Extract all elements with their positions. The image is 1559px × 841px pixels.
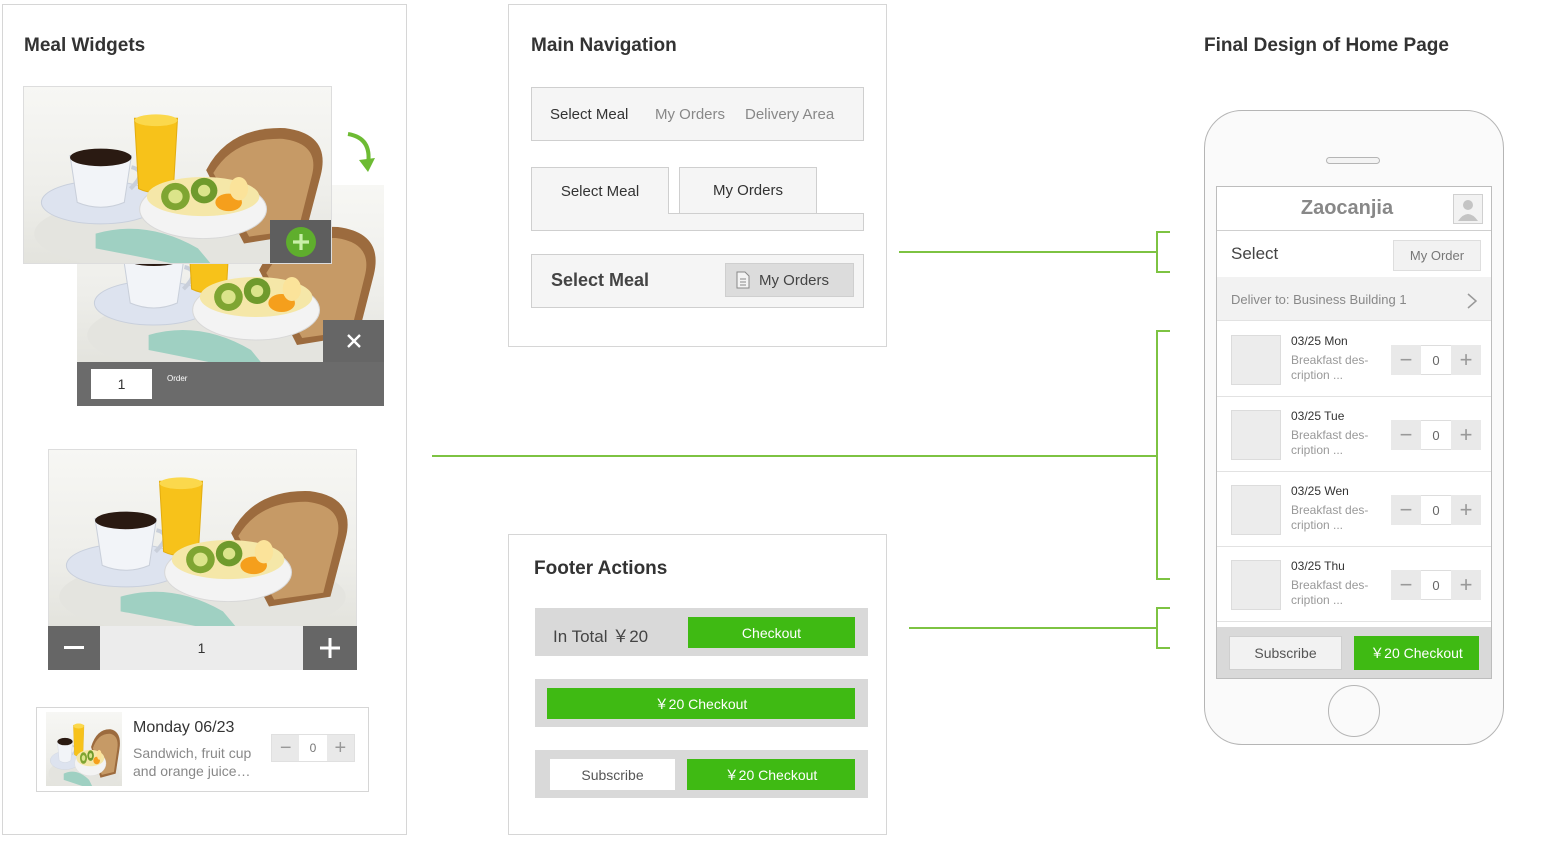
footer1-checkout-button[interactable]: Checkout xyxy=(688,617,855,648)
meal-row: 03/25 Mon Breakfast des-cription ... −0 + xyxy=(1217,322,1491,397)
footer3-checkout-button[interactable]: ￥20 Checkout xyxy=(687,759,855,790)
bracket-widgets-bottom xyxy=(1156,578,1170,580)
meal-row-qty: 0 xyxy=(1421,345,1451,375)
main-navigation-title: Main Navigation xyxy=(531,35,677,56)
meal-row-thumb xyxy=(1231,485,1281,535)
meal-row-thumb xyxy=(1231,410,1281,460)
bracket-footer-top xyxy=(1156,607,1170,609)
nav1-select-meal[interactable]: Select Meal xyxy=(550,106,628,123)
minus-button[interactable]: − xyxy=(1391,570,1421,600)
meal-row-desc: Breakfast des-cription ... xyxy=(1291,353,1369,382)
meal-desc-line1: Sandwich, fruit cup xyxy=(133,745,252,761)
meal-row-date: 03/25 Wen xyxy=(1291,484,1349,498)
meal-row-desc: Breakfast des-cription ... xyxy=(1291,503,1369,532)
meal-row-desc: Breakfast des-cription ... xyxy=(1291,428,1369,457)
plus-circle-icon xyxy=(285,226,316,257)
document-icon xyxy=(736,271,750,289)
footer2-checkout-button[interactable]: ￥20 Checkout xyxy=(547,688,855,719)
bracket-nav-v xyxy=(1156,231,1158,273)
increase-button[interactable] xyxy=(303,626,357,670)
bracket-nav-top xyxy=(1156,231,1170,233)
app-subscribe-button[interactable]: Subscribe xyxy=(1229,636,1342,670)
chevron-right-icon xyxy=(1467,293,1477,309)
minus-button[interactable]: − xyxy=(272,735,300,761)
meal-thumbnail xyxy=(46,712,122,786)
bracket-footer-v xyxy=(1156,607,1158,649)
app-name: Zaocanjia xyxy=(1300,197,1394,219)
nav-style-2-base xyxy=(531,213,864,231)
my-order-button[interactable]: My Order xyxy=(1393,240,1481,271)
user-avatar-icon xyxy=(1458,200,1478,221)
phone-speaker xyxy=(1326,157,1380,164)
plus-button[interactable]: + xyxy=(1451,420,1481,450)
nav3-my-orders-button[interactable]: My Orders xyxy=(725,263,854,297)
plus-button[interactable]: + xyxy=(326,735,354,761)
meal-row-date: 03/25 Tue xyxy=(1291,409,1345,423)
tab-select-meal[interactable]: Select Meal xyxy=(531,167,669,214)
meal-desc-line2: and orange juice… xyxy=(133,763,251,779)
meal-image-stepper xyxy=(48,449,357,627)
stepper-value: 1 xyxy=(197,640,206,656)
minus-button[interactable]: − xyxy=(1391,345,1421,375)
app-checkout-button[interactable]: ￥20 Checkout xyxy=(1354,636,1479,670)
meal-row-stepper: −0 + xyxy=(1391,420,1481,450)
minus-button[interactable]: − xyxy=(1391,420,1421,450)
minus-icon xyxy=(64,646,84,649)
nav3-my-orders-label: My Orders xyxy=(759,271,830,289)
phone-home-button[interactable] xyxy=(1328,685,1380,737)
meal-row-stepper: −0 + xyxy=(1391,495,1481,525)
bracket-footer-bottom xyxy=(1156,647,1170,649)
plus-button[interactable]: + xyxy=(1451,570,1481,600)
meal-row-desc: Breakfast des-cription ... xyxy=(1291,578,1369,607)
meal-row-qty: 0 xyxy=(1421,420,1451,450)
footer3-subscribe-button[interactable]: Subscribe xyxy=(550,759,675,790)
bracket-nav-bottom xyxy=(1156,271,1170,273)
connector-footer xyxy=(909,627,1157,629)
meal-row-thumb xyxy=(1231,560,1281,610)
meal-row-date: 03/25 Mon xyxy=(1291,334,1348,348)
bracket-widgets-v xyxy=(1156,330,1158,580)
decrease-button[interactable] xyxy=(48,626,100,670)
meal-row-qty: 0 xyxy=(1421,495,1451,525)
meal-row-thumb xyxy=(1231,335,1281,385)
bracket-widgets-top xyxy=(1156,330,1170,332)
meal-row: 03/25 Tue Breakfast des-cription ... −0 + xyxy=(1217,397,1491,472)
deliver-to-text: Deliver to: Business Building 1 xyxy=(1231,292,1407,307)
nav3-title: Select Meal xyxy=(551,270,650,290)
meal-row-date: 03/25 Thu xyxy=(1291,559,1345,573)
tab-my-orders[interactable]: My Orders xyxy=(679,167,817,214)
add-meal-button[interactable] xyxy=(270,220,331,263)
close-button[interactable] xyxy=(323,320,384,362)
final-design-title: Final Design of Home Page xyxy=(1204,35,1449,56)
meal-row: 03/25 Thu Breakfast des-cription ... −0 + xyxy=(1217,547,1491,622)
nav1-delivery-area[interactable]: Delivery Area xyxy=(745,106,834,123)
list-qty: 0 xyxy=(299,735,327,761)
list-stepper: − 0 + xyxy=(271,734,355,762)
meal-date: Monday 06/23 xyxy=(133,719,235,736)
plus-icon xyxy=(320,638,340,658)
meal-widgets-title: Meal Widgets xyxy=(24,35,146,56)
connector-widgets xyxy=(432,455,1157,457)
footer1-total: In Total ￥20 xyxy=(553,627,649,646)
meal-row-stepper: −0 + xyxy=(1391,570,1481,600)
meal-row-qty: 0 xyxy=(1421,570,1451,600)
minus-button[interactable]: − xyxy=(1391,495,1421,525)
profile-button[interactable] xyxy=(1453,194,1483,224)
meal-row-stepper: −0 + xyxy=(1391,345,1481,375)
order-label: Order xyxy=(167,374,188,383)
plus-button[interactable]: + xyxy=(1451,495,1481,525)
select-label: Select xyxy=(1231,244,1279,263)
footer-actions-title: Footer Actions xyxy=(534,558,668,579)
rotate-arrow-icon xyxy=(347,132,375,172)
connector-nav xyxy=(899,251,1157,253)
order-qty-input[interactable]: 1 xyxy=(91,369,152,399)
phone-screen: Zaocanjia Select My Order Deliver to: Bu… xyxy=(1216,186,1492,679)
close-icon xyxy=(346,334,361,348)
plus-button[interactable]: + xyxy=(1451,345,1481,375)
nav1-my-orders[interactable]: My Orders xyxy=(655,106,725,123)
meal-row: 03/25 Wen Breakfast des-cription ... −0 + xyxy=(1217,472,1491,547)
